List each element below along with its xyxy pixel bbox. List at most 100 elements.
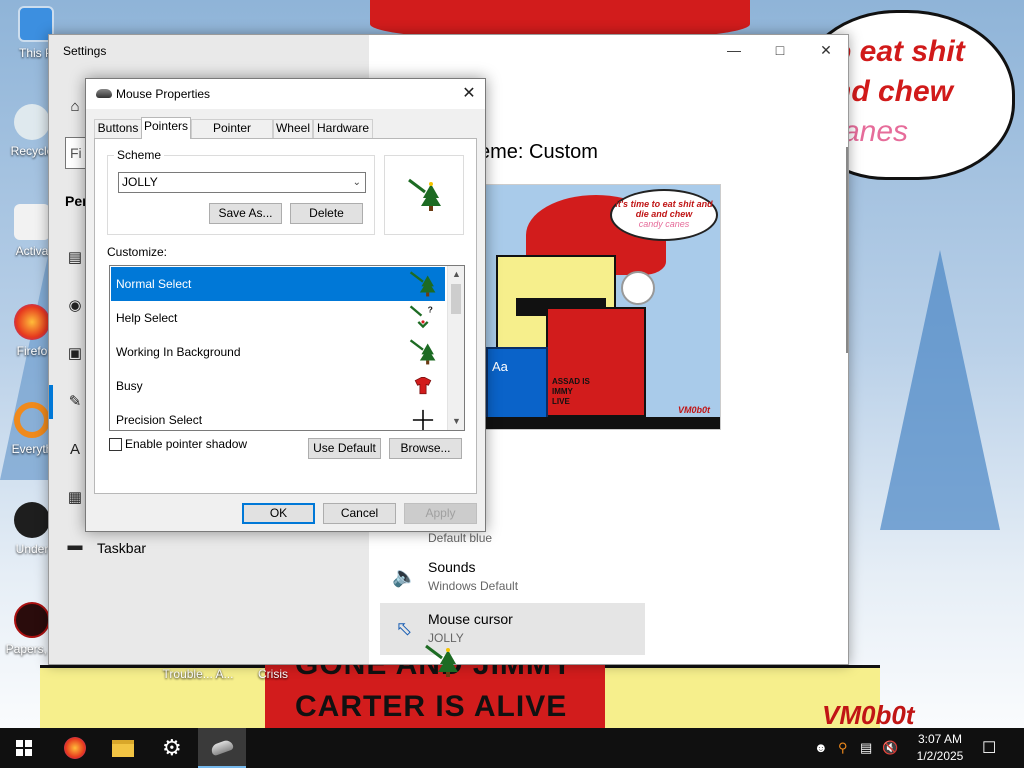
- tab-buttons[interactable]: Buttons: [94, 119, 142, 138]
- close-icon[interactable]: ✕: [453, 79, 485, 109]
- preview-bubble-text: candy canes: [638, 219, 690, 229]
- mouse-cursor-setting[interactable]: ⬁ Mouse cursor JOLLY: [380, 603, 645, 655]
- fonts-icon[interactable]: A: [65, 440, 85, 460]
- preview-sample-window: Aa: [486, 347, 548, 419]
- clock-date: 1/2/2025: [916, 749, 964, 763]
- scroll-up-icon[interactable]: ▲: [448, 266, 464, 283]
- background-icon[interactable]: ▤: [65, 248, 85, 268]
- desktop-icon-label: Under: [15, 542, 49, 556]
- taskbar-settings[interactable]: ⚙: [148, 728, 196, 768]
- sounds-setting[interactable]: 🔈 Sounds Windows Default: [380, 551, 645, 603]
- wallpaper-signature: VM0b0t: [822, 700, 915, 730]
- cursor-name: Help Select: [116, 311, 178, 325]
- close-button[interactable]: ✕: [803, 35, 849, 65]
- browse-button[interactable]: Browse...: [389, 438, 462, 459]
- volume-muted-icon[interactable]: 🔇: [882, 740, 898, 756]
- taskbar-firefox[interactable]: [50, 728, 98, 768]
- gear-icon: ⚙: [162, 735, 182, 760]
- list-item[interactable]: Busy: [111, 369, 445, 403]
- list-item[interactable]: Help Select ?: [111, 301, 445, 335]
- sweater-cursor-icon: [414, 377, 432, 395]
- pointer-shadow-label[interactable]: Enable pointer shadow: [125, 437, 247, 451]
- cursor-list-scrollbar[interactable]: ▲ ▼: [447, 266, 464, 430]
- desktop-icon-troubleshooter[interactable]: Trouble... A...: [160, 667, 236, 681]
- mouse-icon: [96, 89, 112, 98]
- list-item[interactable]: Normal Select: [111, 267, 445, 301]
- scheme-label: Scheme: [114, 148, 165, 162]
- scroll-down-icon[interactable]: ▼: [448, 413, 464, 430]
- document-icon: [14, 204, 50, 240]
- crosshair-cursor-icon: [412, 409, 434, 430]
- cursor-name: Working In Background: [116, 345, 241, 359]
- dialog-titlebar[interactable]: Mouse Properties ✕: [86, 79, 485, 109]
- mouse-pointer-icon: [425, 644, 458, 677]
- save-as-button[interactable]: Save As...: [209, 203, 282, 224]
- desktop-icon-label: Everyth: [11, 442, 53, 456]
- preview-shirt-text: ASSAD IS IMMY LIVE: [552, 377, 590, 406]
- help-cursor-icon: ?: [409, 305, 433, 329]
- use-default-button[interactable]: Use Default: [308, 438, 381, 459]
- tab-wheel[interactable]: Wheel: [273, 119, 313, 138]
- taskbar: ⚙ ☻ ⚲ ▤ 🔇 3:07 AM 1/2/2025 ☐: [0, 728, 1024, 768]
- cursor-preview: [384, 155, 464, 235]
- wallpaper-bubble-text: anes: [843, 115, 909, 148]
- customize-label: Customize:: [107, 245, 168, 259]
- chevron-down-icon: ⌄: [352, 177, 361, 188]
- taskbar-file-explorer[interactable]: [98, 728, 146, 768]
- search-tray-icon[interactable]: ⚲: [838, 740, 848, 756]
- home-icon[interactable]: ⌂: [65, 97, 85, 117]
- speaker-icon: 🔈: [392, 566, 417, 588]
- network-icon[interactable]: ▤: [860, 740, 872, 756]
- list-item[interactable]: Working In Background: [111, 335, 445, 369]
- taskbar-mouse-properties[interactable]: [198, 728, 246, 768]
- tab-pointers[interactable]: Pointers: [141, 117, 191, 139]
- setting-subtitle: Windows Default: [428, 579, 519, 593]
- cursor-name: Precision Select: [116, 413, 203, 427]
- themes-icon[interactable]: ✎: [65, 392, 85, 412]
- people-icon[interactable]: ☻: [814, 740, 828, 756]
- wallpaper-tree: [880, 250, 1000, 530]
- taskbar-icon[interactable]: ▬: [65, 536, 85, 556]
- cancel-button[interactable]: Cancel: [323, 503, 396, 524]
- taskbar-clock[interactable]: 3:07 AM 1/2/2025: [905, 731, 975, 765]
- notifications-icon[interactable]: ☐: [982, 738, 996, 757]
- folder-icon: [112, 740, 134, 757]
- cursor-list[interactable]: Normal Select Help Select ? Working In B…: [109, 265, 465, 431]
- recycle-bin-icon: [14, 104, 50, 140]
- setting-subtitle: JOLLY: [428, 631, 464, 645]
- pointer-shadow-checkbox[interactable]: [109, 438, 122, 451]
- start-icon[interactable]: ▦: [65, 488, 85, 508]
- scroll-thumb[interactable]: [451, 284, 461, 314]
- sidebar-item-taskbar[interactable]: Taskbar: [97, 540, 146, 556]
- delete-button[interactable]: Delete: [290, 203, 363, 224]
- magnifier-icon: [14, 402, 50, 438]
- list-item[interactable]: Precision Select: [111, 403, 445, 430]
- lock-screen-icon[interactable]: ▣: [65, 344, 85, 364]
- maximize-button[interactable]: □: [757, 35, 803, 65]
- preview-speech-bubble: it's time to eat shit and die and chew c…: [610, 189, 718, 241]
- colors-icon[interactable]: ◉: [65, 296, 85, 316]
- preview-signature: VM0b0t: [677, 405, 710, 415]
- scheme-select[interactable]: JOLLY ⌄: [118, 172, 366, 193]
- scrollbar[interactable]: [846, 147, 848, 353]
- windows-logo-icon: [16, 740, 32, 756]
- ok-button[interactable]: OK: [242, 503, 315, 524]
- firefox-icon: [14, 304, 50, 340]
- scheme-value: JOLLY: [122, 175, 158, 189]
- theme-preview: it's time to eat shit and die and chew c…: [485, 184, 721, 430]
- svg-text:?: ?: [428, 305, 433, 315]
- window-title: Settings: [63, 44, 107, 58]
- setting-title: Sounds: [428, 559, 476, 575]
- apply-button[interactable]: Apply: [404, 503, 477, 524]
- firefox-icon: [64, 737, 86, 759]
- setting-subtitle: Default blue: [428, 531, 493, 545]
- tab-pointer-options[interactable]: Pointer Options: [191, 119, 273, 152]
- preview-taskbar: [486, 417, 720, 429]
- preview-bubble-text: it's time to eat shit and die and chew: [615, 199, 713, 219]
- tab-hardware[interactable]: Hardware: [313, 119, 373, 138]
- desktop-icon-crisis[interactable]: Crisis: [245, 667, 301, 681]
- wallpaper-bubble-text: nd chew: [833, 75, 954, 108]
- start-button[interactable]: [0, 728, 48, 768]
- pointers-panel: Scheme JOLLY ⌄ Save As... Delete Customi…: [94, 138, 477, 494]
- minimize-button[interactable]: —: [711, 35, 757, 65]
